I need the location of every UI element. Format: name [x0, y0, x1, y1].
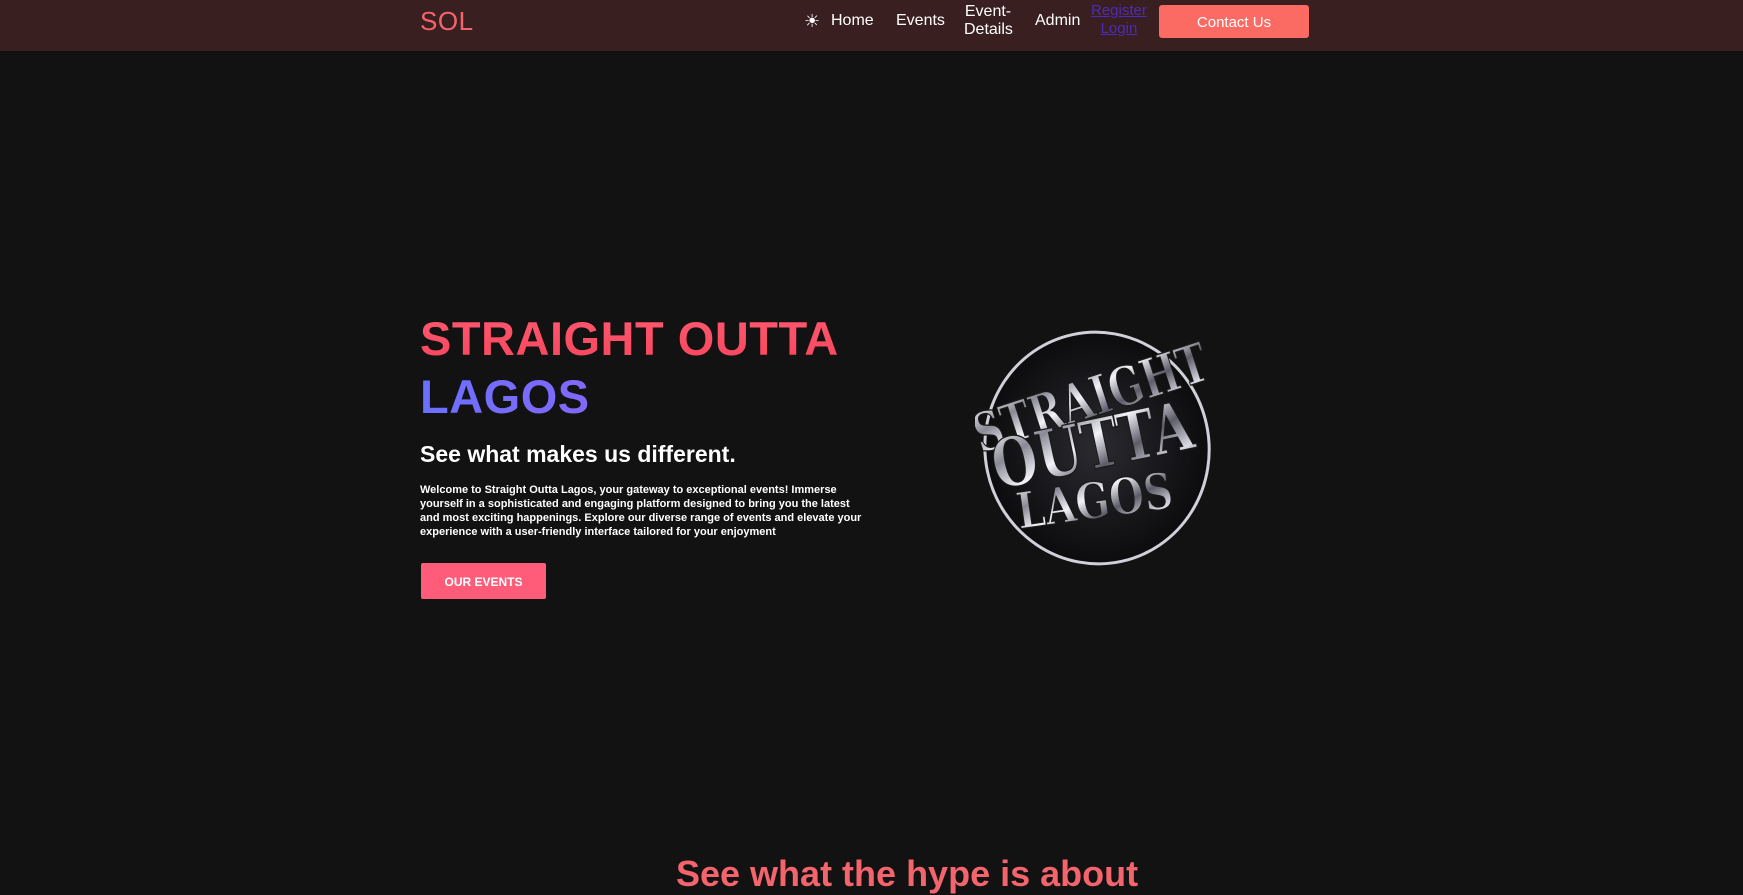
- login-link[interactable]: Login: [1091, 20, 1147, 38]
- top-navbar: SOL ☀ Home Events Event- Details Admin R…: [0, 0, 1743, 51]
- register-link[interactable]: Register: [1091, 2, 1147, 20]
- nav-link-event-details[interactable]: Event- Details: [964, 3, 1013, 39]
- next-section-heading: See what the hype is about: [676, 853, 1139, 894]
- nav-link-event-details-label: Event- Details: [964, 3, 1013, 38]
- contact-us-button[interactable]: Contact Us: [1159, 5, 1309, 38]
- logo-graphic: STRAIGHT OUTTA LAGOS: [965, 330, 1217, 566]
- hero-title: STRAIGHT OUTTA LAGOS: [420, 310, 839, 426]
- nav-link-home[interactable]: Home: [831, 12, 874, 30]
- straight-outta-lagos-logo: STRAIGHT OUTTA LAGOS: [965, 328, 1220, 568]
- brand-logo[interactable]: SOL: [420, 6, 474, 37]
- nav-link-admin[interactable]: Admin: [1035, 12, 1080, 30]
- our-events-button[interactable]: OUR EVENTS: [421, 563, 546, 599]
- hero-description: Welcome to Straight Outta Lagos, your ga…: [420, 484, 862, 538]
- hero-title-line1: STRAIGHT OUTTA: [420, 310, 839, 368]
- auth-links: Register Login: [1091, 2, 1147, 38]
- sun-icon[interactable]: ☀: [804, 11, 820, 32]
- nav-link-events[interactable]: Events: [896, 12, 945, 30]
- hero-subtitle: See what makes us different.: [420, 441, 736, 467]
- hero-title-line2: LAGOS: [420, 368, 839, 426]
